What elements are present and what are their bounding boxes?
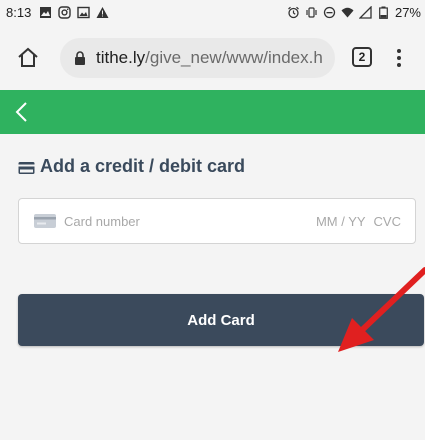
- dnd-icon: [323, 6, 336, 19]
- signal-icon: [358, 5, 372, 19]
- status-bar: 8:13 27%: [0, 0, 425, 24]
- url-text: tithe.ly/give_new/www/index.h: [96, 48, 323, 68]
- vibrate-icon: [305, 6, 318, 19]
- gallery-icon: [77, 6, 91, 19]
- url-path: /give_new/www/index.h: [145, 48, 323, 67]
- wifi-icon: [341, 6, 354, 19]
- expiry-placeholder[interactable]: MM / YY: [316, 214, 366, 229]
- status-right-icons: 27%: [287, 5, 421, 20]
- back-chevron-icon[interactable]: [8, 98, 36, 126]
- credit-card-icon: [18, 159, 35, 174]
- status-time: 8:13: [6, 4, 32, 20]
- url-omnibox[interactable]: tithe.ly/give_new/www/index.h: [60, 38, 335, 78]
- battery-icon: [377, 6, 390, 19]
- warning-icon: [96, 6, 109, 19]
- lock-icon: [72, 50, 88, 66]
- alarm-icon: [287, 6, 300, 19]
- card-brand-icon: [34, 214, 56, 228]
- add-card-button[interactable]: Add Card: [18, 294, 424, 346]
- tab-count-button[interactable]: 2: [352, 47, 372, 67]
- card-number-placeholder[interactable]: Card number: [64, 214, 316, 229]
- section-title: Add a credit / debit card: [18, 153, 245, 179]
- home-icon[interactable]: [14, 44, 42, 72]
- image-icon: [39, 6, 52, 19]
- browser-toolbar: tithe.ly/give_new/www/index.h 2: [0, 28, 425, 92]
- card-input-field[interactable]: Card number MM / YY CVC: [18, 198, 416, 244]
- menu-dots-icon[interactable]: [392, 46, 406, 70]
- status-left-icons: [39, 5, 109, 19]
- app-header: [0, 90, 425, 134]
- url-host: tithe.ly: [96, 48, 146, 67]
- battery-percent: 27%: [394, 4, 421, 20]
- cvc-placeholder[interactable]: CVC: [374, 214, 401, 229]
- instagram-icon: [58, 5, 72, 19]
- section-title-text: Add a credit / debit card: [40, 155, 246, 176]
